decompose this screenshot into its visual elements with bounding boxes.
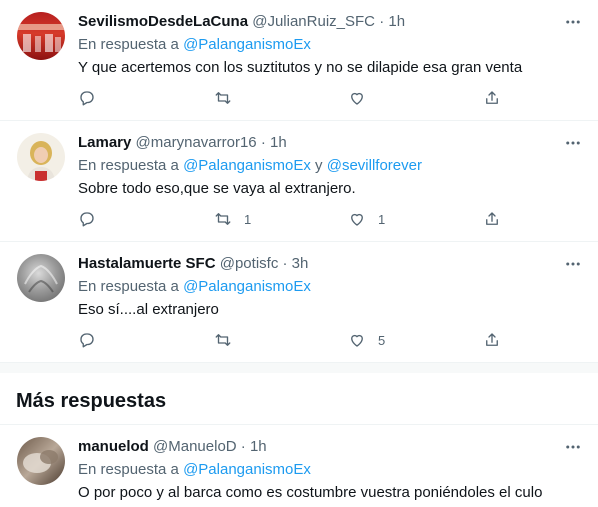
- timestamp[interactable]: 1h: [250, 438, 267, 455]
- more-icon[interactable]: [562, 253, 584, 275]
- tweet-text: Eso sí....al extranjero: [78, 301, 219, 318]
- tweet-actions: 5: [78, 328, 498, 352]
- reply-button[interactable]: [78, 207, 96, 231]
- avatar-image: [24, 264, 58, 293]
- reply-button[interactable]: [78, 328, 96, 352]
- retweet-button[interactable]: [214, 328, 244, 352]
- separator: ·: [240, 438, 246, 455]
- like-count: 1: [378, 211, 386, 227]
- reply-prefix: En respuesta a: [78, 461, 179, 478]
- share-icon: [486, 91, 498, 104]
- share-button[interactable]: [483, 207, 501, 231]
- display-name[interactable]: manuelod: [78, 438, 149, 455]
- tweet-header: Hastalamuerte SFC @potisfc · 3h: [78, 254, 308, 274]
- tweet-header: manuelod @ManueloD · 1h: [78, 437, 267, 457]
- like-button[interactable]: 5: [348, 328, 385, 352]
- avatar-image: [27, 141, 55, 181]
- handle[interactable]: @ManueloD: [153, 438, 237, 455]
- tweet-actions: 1 1: [78, 207, 498, 231]
- more-icon[interactable]: [562, 436, 584, 458]
- reply-button[interactable]: [78, 86, 96, 110]
- timestamp[interactable]: 1h: [270, 134, 287, 151]
- mention-link[interactable]: @PalanganismoEx: [183, 157, 311, 174]
- like-icon: [351, 213, 363, 226]
- handle[interactable]: @marynavarror16: [136, 134, 257, 151]
- retweet-count: 1: [244, 211, 252, 227]
- mention-link[interactable]: @sevillforever: [327, 157, 422, 174]
- tweet[interactable]: Hastalamuerte SFC @potisfc · 3h En respu…: [0, 242, 598, 363]
- tweet-header: Lamary @marynavarror16 · 1h: [78, 133, 287, 153]
- reply-context: En respuesta a @PalanganismoEx y @sevill…: [78, 156, 422, 176]
- separator: ·: [260, 134, 266, 151]
- reply-icon: [80, 212, 94, 227]
- share-icon: [486, 333, 498, 346]
- tweet[interactable]: SevilismoDesdeLaCuna @JulianRuiz_SFC · 1…: [0, 0, 598, 121]
- retweet-icon: [215, 213, 231, 225]
- tweet-text: Sobre todo eso,que se vaya al extranjero…: [78, 180, 356, 197]
- share-button[interactable]: [483, 328, 501, 352]
- reply-prefix: En respuesta a: [78, 278, 179, 295]
- reply-icon: [80, 333, 94, 348]
- tweet-text: O por poco y al barca como es costumbre …: [78, 484, 543, 501]
- avatar[interactable]: [17, 133, 65, 181]
- tweet-text: Y que acertemos con los suztitutos y no …: [78, 59, 523, 76]
- timestamp[interactable]: 1h: [388, 13, 405, 30]
- like-count: 5: [378, 332, 386, 348]
- like-icon: [351, 92, 363, 105]
- avatar-image: [17, 24, 65, 52]
- avatar-image: [23, 450, 58, 473]
- avatar[interactable]: [17, 12, 65, 60]
- display-name[interactable]: Lamary: [78, 134, 131, 151]
- reply-context: En respuesta a @PalanganismoEx: [78, 35, 311, 55]
- like-icon: [351, 334, 363, 347]
- reply-icon: [80, 91, 94, 106]
- reply-prefix: En respuesta a: [78, 36, 179, 53]
- share-icon: [486, 212, 498, 225]
- separator: ·: [379, 13, 385, 30]
- tweet[interactable]: Lamary @marynavarror16 · 1h En respuesta…: [0, 121, 598, 242]
- timestamp[interactable]: 3h: [292, 255, 309, 272]
- reply-context: En respuesta a @PalanganismoEx: [78, 460, 311, 480]
- mention-joiner: y: [315, 157, 323, 174]
- tweet-actions: [78, 86, 498, 110]
- separator: ·: [282, 255, 288, 272]
- more-icon[interactable]: [562, 11, 584, 33]
- mention-link[interactable]: @PalanganismoEx: [183, 461, 311, 478]
- retweet-button[interactable]: 1: [214, 207, 251, 231]
- mention-link[interactable]: @PalanganismoEx: [183, 36, 311, 53]
- reply-prefix: En respuesta a: [78, 157, 179, 174]
- like-button[interactable]: 1: [348, 207, 385, 231]
- tweet[interactable]: manuelod @ManueloD · 1h En respuesta a @…: [0, 425, 598, 507]
- more-icon[interactable]: [562, 132, 584, 154]
- share-button[interactable]: [483, 86, 501, 110]
- retweet-icon: [215, 92, 231, 104]
- avatar[interactable]: [17, 437, 65, 485]
- mention-link[interactable]: @PalanganismoEx: [183, 278, 311, 295]
- display-name[interactable]: Hastalamuerte SFC: [78, 255, 216, 272]
- handle[interactable]: @JulianRuiz_SFC: [252, 13, 375, 30]
- handle[interactable]: @potisfc: [220, 255, 279, 272]
- display-name[interactable]: SevilismoDesdeLaCuna: [78, 13, 248, 30]
- tweet-header: SevilismoDesdeLaCuna @JulianRuiz_SFC · 1…: [78, 12, 405, 32]
- retweet-icon: [215, 334, 231, 346]
- retweet-button[interactable]: [214, 86, 244, 110]
- avatar[interactable]: [17, 254, 65, 302]
- like-button[interactable]: [348, 86, 378, 110]
- section-title: Más respuestas: [16, 390, 167, 412]
- reply-context: En respuesta a @PalanganismoEx: [78, 277, 311, 297]
